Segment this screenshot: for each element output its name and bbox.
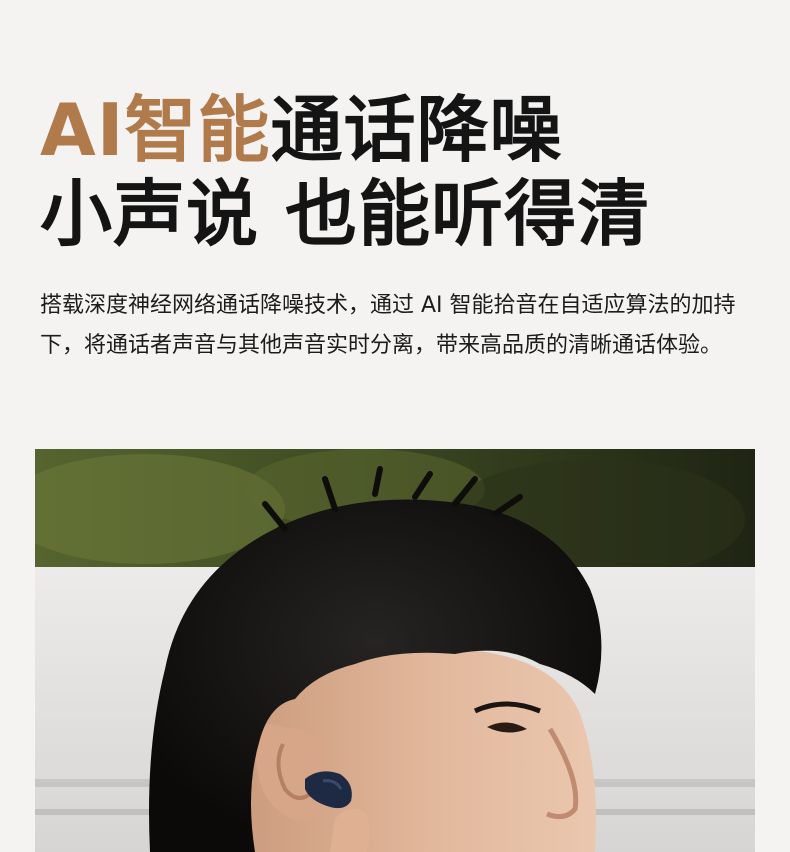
headline-line2: 小声说 也能听得清	[40, 172, 651, 256]
headline: AI智能通话降噪 小声说 也能听得清	[40, 88, 650, 256]
description-text: 搭载深度神经网络通话降噪技术，通过 AI 智能拾音在自适应算法的加持下，将通话者…	[40, 293, 736, 358]
headline-accent: AI智能	[40, 88, 271, 172]
product-photo	[35, 449, 755, 852]
photo-illustration	[35, 449, 755, 852]
headline-line1-rest: 通话降噪	[270, 88, 563, 172]
